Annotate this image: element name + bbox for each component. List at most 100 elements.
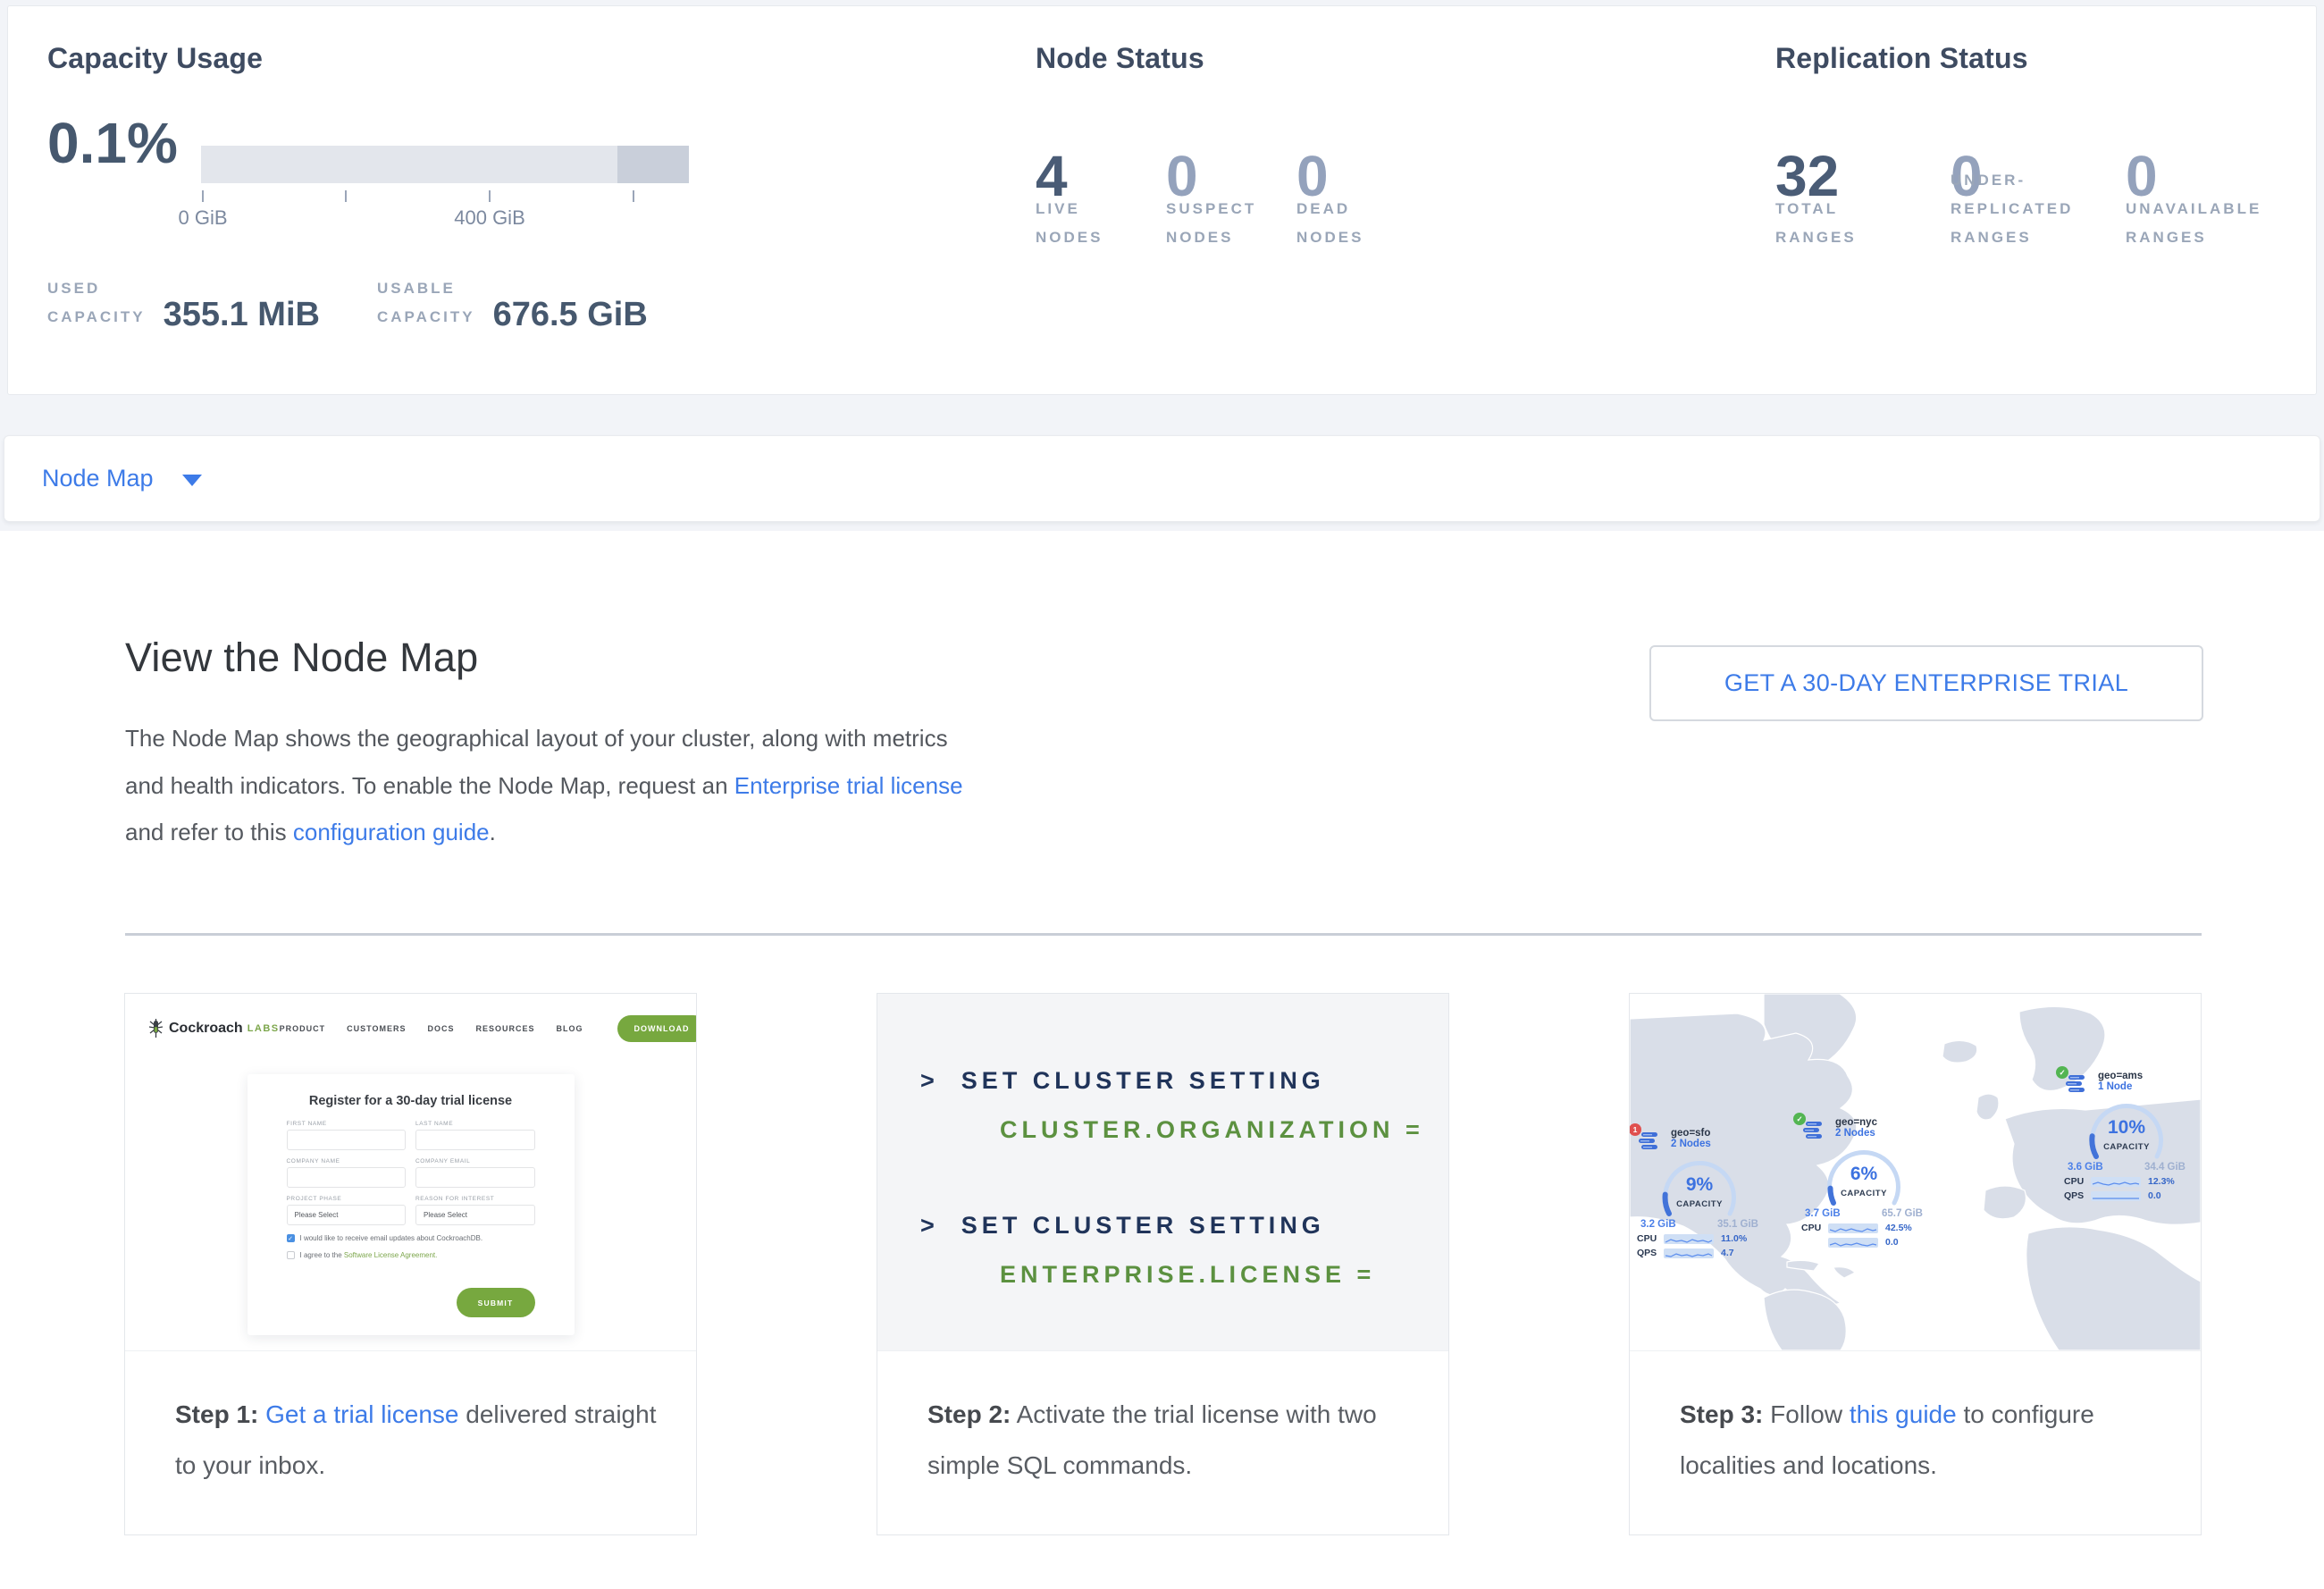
usable-capacity-label: USABLE CAPACITY [377, 274, 475, 332]
under-replicated-ranges-label: UNDER-REPLICATEDRANGES [1951, 166, 2126, 252]
first-name-field[interactable] [287, 1130, 407, 1150]
qps-sparkline [1828, 1238, 1878, 1248]
software-license-agreement-link[interactable]: Software License Agreement. [344, 1251, 438, 1259]
node-stack-icon [1801, 1121, 1825, 1142]
license-agreement-label: I agree to the Software License Agreemen… [300, 1251, 438, 1259]
configuration-guide-link[interactable]: configuration guide [293, 819, 490, 845]
cpu-sparkline [2091, 1177, 2141, 1187]
node-stack-icon [1637, 1131, 1660, 1153]
trial-steps-cards: Cockroach LABS PRODUCT CUSTOMERS DOCS RE… [124, 993, 2202, 1535]
step2-card-image: > SET CLUSTER SETTING CLUSTER.ORGANIZATI… [877, 994, 1448, 1350]
capacity-gauge: 10% CAPACITY [2084, 1103, 2169, 1160]
cpu-metric: CPU 11.0% [1637, 1233, 1762, 1244]
capacity-gauge: 6% CAPACITY [1821, 1149, 1907, 1206]
sql-line-1-arg: CLUSTER.ORGANIZATION = [1000, 1116, 1424, 1144]
company-name-field[interactable] [287, 1167, 407, 1188]
cockroach-bug-icon [148, 1019, 164, 1038]
geo-label: geo=sfo [1671, 1128, 1711, 1139]
capacity-used: 3.2 GiB [1640, 1219, 1676, 1230]
geo-node-sfo: 1 geo=sfo 2 Nodes [1637, 1128, 1762, 1258]
view-selector-label[interactable]: Node Map [42, 465, 154, 492]
step1-card-image: Cockroach LABS PRODUCT CUSTOMERS DOCS RE… [125, 994, 696, 1350]
qps-metric: QPS 0.0 [2064, 1190, 2189, 1201]
capacity-usage-section: Capacity Usage [47, 42, 762, 75]
capacity-percent: 0.1% [47, 110, 178, 176]
sql-line-2-arg: ENTERPRISE.LICENSE = [1000, 1261, 1375, 1289]
email-updates-checkbox[interactable]: ✓ [287, 1234, 295, 1242]
form-title: Register for a 30-day trial license [287, 1094, 535, 1108]
capacity-bar: 0 GiB 400 GiB [201, 146, 689, 230]
capacity-values-row: USED CAPACITY 355.1 MiB USABLE CAPACITY … [47, 274, 705, 332]
node-status-title: Node Status [1036, 42, 1427, 75]
node-count: 2 Nodes [1671, 1139, 1711, 1149]
geo-node-ams: ✓ geo=ams 1 Node [2064, 1071, 2189, 1201]
healthy-badge: ✓ [2056, 1066, 2068, 1079]
used-capacity-label: USED CAPACITY [47, 274, 146, 332]
capacity-total: 35.1 GiB [1717, 1219, 1758, 1230]
mini-site-header: Cockroach LABS PRODUCT CUSTOMERS DOCS RE… [148, 1008, 678, 1049]
step3-card-image: 1 geo=sfo 2 Nodes [1630, 994, 2201, 1350]
geo-label: geo=ams [2098, 1071, 2143, 1081]
nav-product[interactable]: PRODUCT [280, 1024, 326, 1033]
node-stack-icon [2064, 1074, 2087, 1096]
unavailable-ranges-label: UNAVAILABLERANGES [2126, 195, 2301, 252]
cluster-summary-panel: Capacity Usage 0.1% 0 GiB 400 GiB USED C… [7, 5, 2317, 395]
chevron-down-icon [182, 475, 202, 486]
last-name-field[interactable] [415, 1130, 535, 1150]
get-enterprise-trial-button[interactable]: GET A 30-DAY ENTERPRISE TRIAL [1649, 645, 2203, 721]
license-agreement-checkbox[interactable] [287, 1251, 295, 1259]
email-updates-label: I would like to receive email updates ab… [300, 1234, 483, 1242]
mini-site-nav: PRODUCT CUSTOMERS DOCS RESOURCES BLOG DO… [280, 1015, 696, 1042]
last-name-label: LAST NAME [415, 1121, 535, 1127]
qps-metric: 0.0 [1801, 1237, 1926, 1248]
capacity-axis-label-0: 0 GiB [178, 206, 227, 230]
project-phase-select[interactable]: Please Select [287, 1205, 407, 1225]
sql-line-2: > SET CLUSTER SETTING [920, 1212, 1325, 1240]
cpu-metric: CPU 12.3% [2064, 1176, 2189, 1187]
dead-nodes-label: DEADNODES [1296, 195, 1427, 252]
node-count: 2 Nodes [1835, 1128, 1877, 1139]
total-ranges-label: TOTALRANGES [1775, 195, 1951, 252]
capacity-gauge: 9% CAPACITY [1657, 1160, 1742, 1217]
capacity-total: 34.4 GiB [2144, 1162, 2186, 1173]
step3-card: 1 geo=sfo 2 Nodes [1629, 993, 2202, 1535]
capacity-used: 3.6 GiB [2068, 1162, 2103, 1173]
nav-docs[interactable]: DOCS [428, 1024, 455, 1033]
capacity-axis-label-400: 400 GiB [454, 206, 525, 230]
submit-button[interactable]: SUBMIT [457, 1288, 535, 1317]
enterprise-trial-license-link[interactable]: Enterprise trial license [734, 772, 963, 799]
page-title: View the Node Map [125, 635, 478, 681]
cpu-sparkline [1828, 1223, 1878, 1233]
capacity-bar-nonusable-segment [617, 146, 689, 183]
cpu-metric: CPU 42.5% [1801, 1223, 1926, 1233]
capacity-used: 3.7 GiB [1805, 1208, 1841, 1219]
get-trial-license-link[interactable]: Get a trial license [265, 1400, 458, 1428]
geo-node-nyc: ✓ geo=nyc 2 Nodes [1801, 1117, 1926, 1248]
replication-status-title: Replication Status [1775, 42, 2301, 75]
project-phase-label: PROJECT PHASE [287, 1196, 407, 1202]
capacity-usage-title: Capacity Usage [47, 42, 762, 75]
used-capacity-value: 355.1 MiB [164, 296, 320, 334]
suspect-nodes-label: SUSPECTNODES [1166, 195, 1296, 252]
reason-for-interest-label: REASON FOR INTEREST [415, 1196, 535, 1202]
cockroach-labs-logo: Cockroach LABS [148, 1019, 280, 1038]
company-email-field[interactable] [415, 1167, 535, 1188]
first-name-label: FIRST NAME [287, 1121, 407, 1127]
step3-caption: Step 3: Follow this guide to configure l… [1630, 1350, 2201, 1534]
capacity-axis-ticks [201, 190, 689, 205]
nav-blog[interactable]: BLOG [557, 1024, 583, 1033]
reason-for-interest-select[interactable]: Please Select [415, 1205, 535, 1225]
nav-customers[interactable]: CUSTOMERS [347, 1024, 406, 1033]
geo-label: geo=nyc [1835, 1117, 1877, 1128]
step2-card: > SET CLUSTER SETTING CLUSTER.ORGANIZATI… [877, 993, 1449, 1535]
sql-line-1: > SET CLUSTER SETTING [920, 1067, 1325, 1095]
nav-resources[interactable]: RESOURCES [476, 1024, 535, 1033]
capacity-bar-track [201, 146, 689, 183]
step1-caption: Step 1: Get a trial license delivered st… [125, 1350, 696, 1534]
view-selector-bar[interactable]: Node Map [4, 435, 2320, 522]
capacity-total: 65.7 GiB [1882, 1208, 1923, 1219]
cpu-sparkline [1664, 1234, 1714, 1244]
this-guide-link[interactable]: this guide [1850, 1400, 1957, 1428]
download-button[interactable]: DOWNLOAD [617, 1015, 696, 1042]
qps-sparkline [2091, 1191, 2141, 1201]
